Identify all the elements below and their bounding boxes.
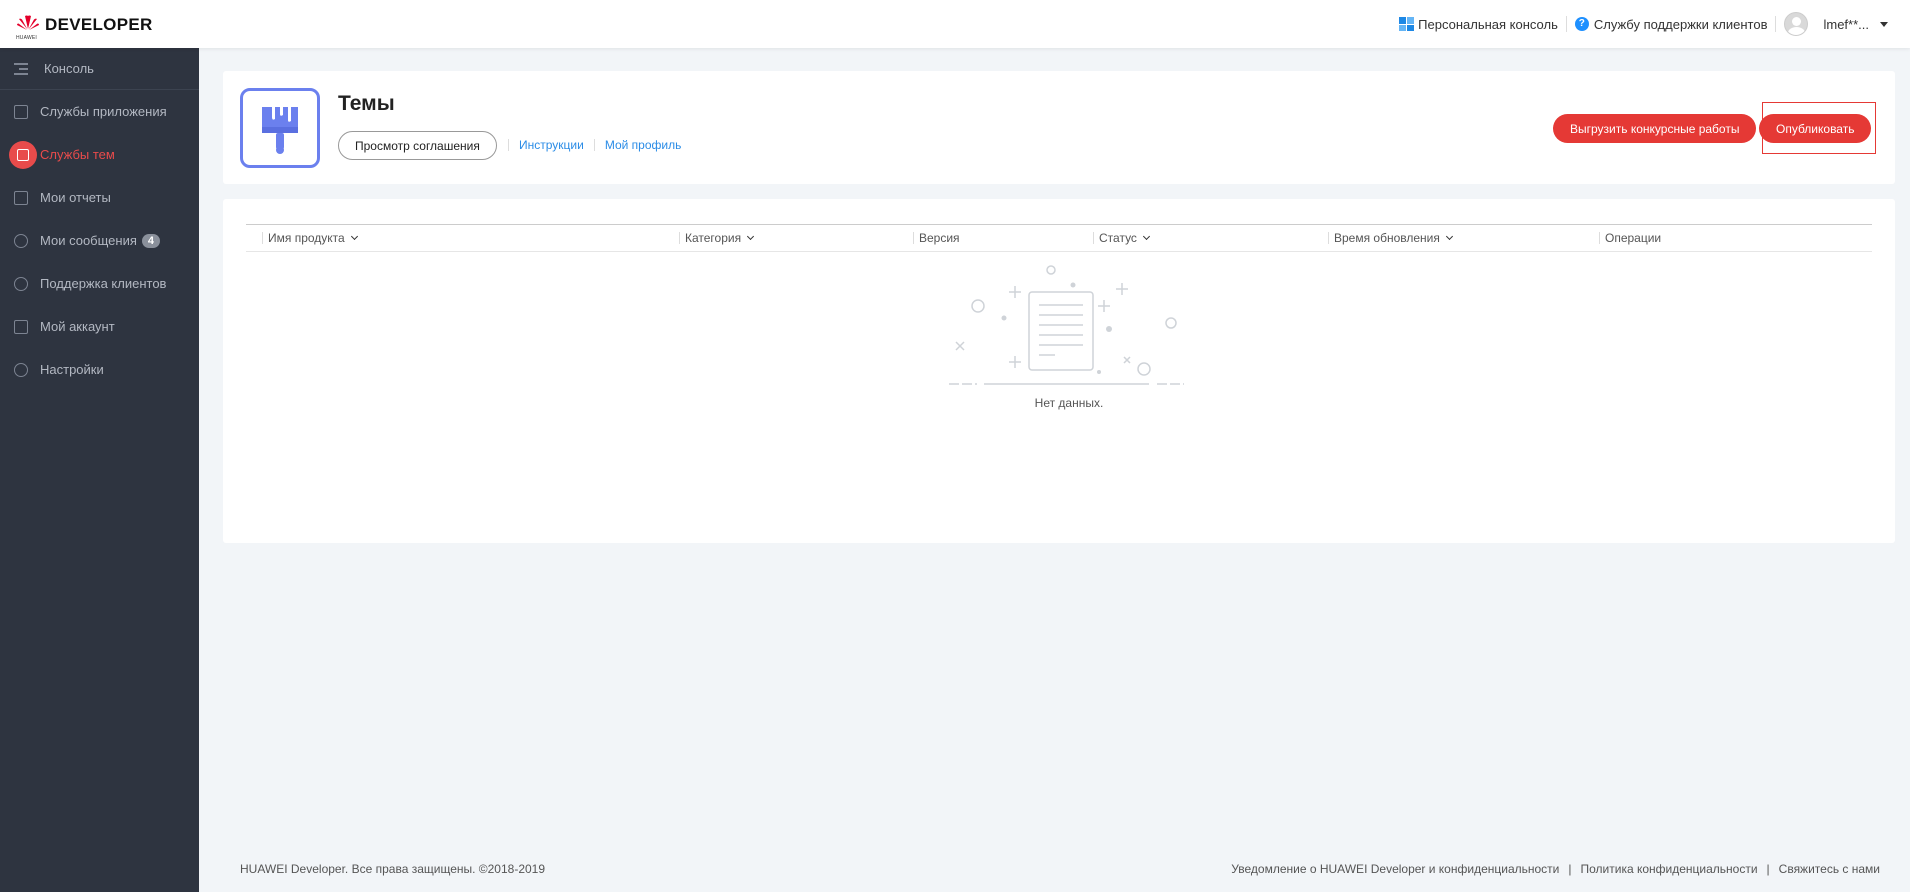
menu-collapse-icon (14, 62, 28, 75)
column-header-product-name[interactable]: Имя продукта (262, 225, 358, 251)
messages-count-badge: 4 (141, 233, 161, 248)
theme-services-icon (9, 140, 37, 169)
huawei-developer-logo[interactable]: HUAWEI DEVELOPER (16, 13, 153, 41)
support-link[interactable]: ? Службу поддержки клиентов (1574, 16, 1768, 32)
sidebar-item-account[interactable]: Мой аккаунт (0, 305, 199, 348)
column-label: Статус (1099, 231, 1137, 245)
divider (593, 139, 595, 151)
footer: HUAWEI Developer. Все права защищены. ©2… (240, 862, 1880, 878)
column-header-update-time[interactable]: Время обновления (1328, 225, 1453, 251)
footer-separator: | (1766, 862, 1770, 876)
support-icon (14, 276, 28, 291)
bar-chart-icon (14, 190, 28, 205)
upload-contest-works-button[interactable]: Выгрузить конкурсные работы (1553, 114, 1757, 143)
sidebar-item-settings[interactable]: Настройки (0, 348, 199, 391)
column-label: Категория (685, 231, 742, 245)
column-label: Имя продукта (268, 231, 345, 245)
instructions-link[interactable]: Инструкции (519, 138, 584, 152)
sidebar-item-label: Настройки (40, 362, 104, 377)
personal-console-link[interactable]: Персональная консоль (1399, 17, 1558, 32)
sidebar-item-label: Мои отчеты (40, 190, 111, 205)
header-links: Инструкции Мой профиль (498, 138, 681, 152)
paint-brush-icon (240, 88, 320, 168)
sidebar-item-label: Мой аккаунт (40, 319, 115, 334)
sidebar-header-console[interactable]: Консоль (0, 48, 199, 90)
column-header-category[interactable]: Категория (679, 225, 755, 251)
user-name: lmef**... (1823, 16, 1869, 32)
sidebar-item-messages[interactable]: Мои сообщения 4 (0, 219, 199, 262)
top-bar: HUAWEI DEVELOPER Персональная консоль ? … (0, 0, 1910, 48)
chevron-down-icon (350, 232, 358, 241)
brand-name: DEVELOPER (45, 15, 153, 34)
view-agreement-button[interactable]: Просмотр соглашения (338, 131, 497, 160)
user-menu[interactable]: lmef**... (1784, 12, 1888, 36)
themes-header-card: Темы Просмотр соглашения Инструкции Мой … (223, 71, 1895, 184)
empty-document-icon (949, 261, 1189, 396)
sidebar-item-reports[interactable]: Мои отчеты (0, 176, 199, 219)
column-header-version: Версия (913, 225, 960, 251)
sidebar-item-label: Службы приложения (40, 104, 167, 119)
contact-us-link[interactable]: Свяжитесь с нами (1779, 862, 1880, 876)
gear-icon (14, 362, 28, 377)
privacy-notice-link[interactable]: Уведомление о HUAWEI Developer и конфиде… (1231, 862, 1559, 876)
personal-console-label: Персональная консоль (1418, 16, 1558, 32)
column-header-operations: Операции (1599, 225, 1661, 251)
column-header-status[interactable]: Статус (1093, 225, 1150, 251)
column-label: Операции (1605, 231, 1662, 245)
huawei-logo-icon (16, 13, 40, 37)
chevron-down-icon (747, 232, 755, 241)
console-grid-icon (1399, 17, 1415, 31)
divider (1565, 16, 1567, 32)
sidebar-item-app-services[interactable]: Службы приложения (0, 90, 199, 133)
copyright-text: HUAWEI Developer. Все права защищены. ©2… (240, 862, 546, 876)
help-icon: ? (1574, 17, 1589, 31)
sidebar-item-theme-services[interactable]: Службы тем (0, 133, 199, 176)
sidebar: Консоль Службы приложения Службы тем Мои… (0, 48, 199, 892)
sidebar-item-label: Поддержка клиентов (40, 276, 167, 291)
divider (1775, 16, 1777, 32)
sidebar-item-label: Службы тем (40, 147, 115, 162)
table-header: Имя продукта Категория Версия Статус Вре… (246, 224, 1872, 252)
support-label: Службу поддержки клиентов (1593, 16, 1768, 32)
sidebar-item-support[interactable]: Поддержка клиентов (0, 262, 199, 305)
footer-links: Уведомление о HUAWEI Developer и конфиде… (1231, 862, 1880, 876)
footer-separator: | (1568, 862, 1572, 876)
chevron-down-icon (1880, 21, 1888, 27)
chevron-down-icon (1445, 232, 1453, 241)
column-label: Время обновления (1334, 231, 1440, 245)
brand-sub: HUAWEI (16, 35, 38, 41)
column-label: Версия (919, 231, 960, 245)
avatar (1784, 12, 1809, 36)
products-table-card: Имя продукта Категория Версия Статус Вре… (223, 199, 1895, 543)
my-profile-link[interactable]: Мой профиль (605, 138, 682, 152)
publish-button[interactable]: Опубликовать (1759, 114, 1872, 143)
message-icon (14, 233, 28, 248)
page-title: Темы (338, 92, 395, 115)
privacy-policy-link[interactable]: Политика конфиденциальности (1581, 862, 1758, 876)
app-services-icon (14, 104, 28, 119)
sidebar-item-label: Мои сообщения (40, 233, 137, 248)
chevron-down-icon (1142, 232, 1150, 241)
empty-state-text: Нет данных. (1034, 396, 1104, 410)
sidebar-header-label: Консоль (44, 61, 94, 76)
wallet-icon (14, 319, 28, 334)
divider (508, 139, 509, 151)
